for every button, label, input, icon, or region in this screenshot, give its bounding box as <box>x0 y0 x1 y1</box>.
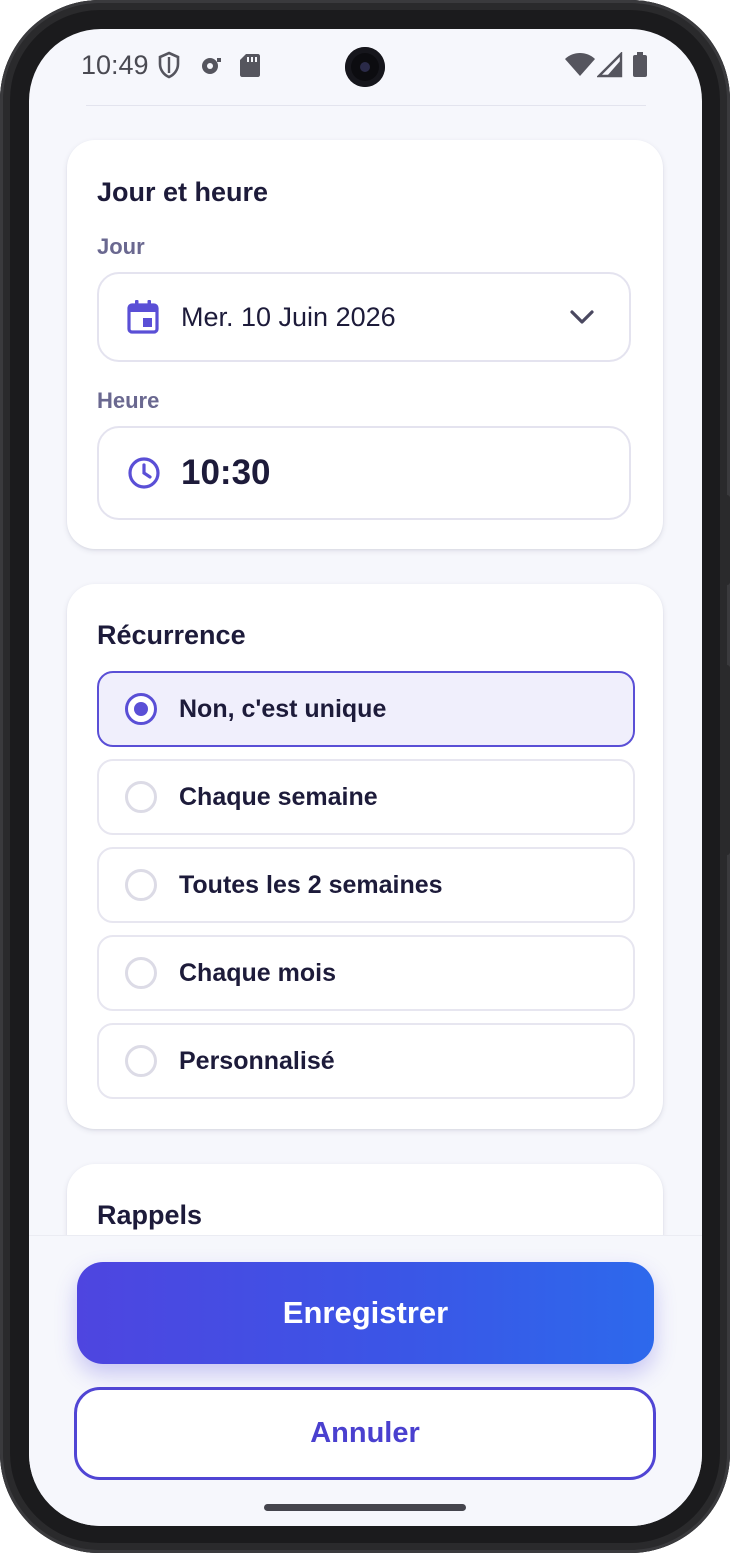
recurrence-option-custom[interactable]: Personnalisé <box>97 1023 635 1099</box>
sd-card-icon <box>239 51 261 79</box>
shield-icon <box>157 51 181 79</box>
power-button <box>724 665 730 855</box>
recurrence-option-weekly[interactable]: Chaque semaine <box>97 759 635 835</box>
schedule-card: Jour et heure Jour Mer. 10 Juin 2026 Heu… <box>67 140 663 549</box>
save-button[interactable]: Enregistrer <box>77 1262 654 1364</box>
wifi-icon <box>564 51 596 79</box>
radio-unselected[interactable] <box>125 781 157 813</box>
signal-icon <box>597 51 623 79</box>
cast-icon <box>197 51 225 79</box>
time-input[interactable]: 10:30 <box>97 426 631 520</box>
recurrence-card-title: Récurrence <box>97 620 246 650</box>
cancel-button[interactable]: Annuler <box>74 1387 656 1480</box>
day-select[interactable]: Mer. 10 Juin 2026 <box>97 272 631 362</box>
recurrence-option-monthly[interactable]: Chaque mois <box>97 935 635 1011</box>
time-label: Heure <box>97 388 160 413</box>
screen: 10:49 Jour et heure Jour Mer. 10 Juin 20… <box>29 29 702 1526</box>
header-divider <box>86 105 646 106</box>
radio-unselected[interactable] <box>125 869 157 901</box>
schedule-card-title: Jour et heure <box>97 177 269 207</box>
volume-button <box>724 495 730 585</box>
recurrence-option-label: Toutes les 2 semaines <box>179 871 443 899</box>
recurrence-option-label: Chaque mois <box>179 959 336 987</box>
calendar-icon <box>127 300 159 339</box>
recurrence-option-unique[interactable]: Non, c'est unique <box>97 671 635 747</box>
bottom-action-bar: Enregistrer Annuler <box>29 1235 702 1526</box>
day-label: Jour <box>97 234 145 259</box>
home-indicator[interactable] <box>264 1504 466 1511</box>
recurrence-option-biweekly[interactable]: Toutes les 2 semaines <box>97 847 635 923</box>
battery-icon <box>632 51 648 79</box>
time-value: 10:30 <box>181 453 271 492</box>
radio-unselected[interactable] <box>125 957 157 989</box>
recurrence-option-label: Chaque semaine <box>179 783 378 811</box>
status-bar: 10:49 <box>29 29 702 105</box>
recurrence-option-label: Non, c'est unique <box>179 695 387 723</box>
phone-frame: 10:49 Jour et heure Jour Mer. 10 Juin 20… <box>0 0 730 1553</box>
chevron-down-icon <box>569 308 595 331</box>
front-camera <box>345 47 385 87</box>
status-time: 10:49 <box>81 50 149 80</box>
recurrence-option-label: Personnalisé <box>179 1047 335 1075</box>
radio-unselected[interactable] <box>125 1045 157 1077</box>
radio-selected[interactable] <box>125 693 157 725</box>
reminders-card-title: Rappels <box>97 1200 203 1230</box>
clock-icon <box>127 456 161 495</box>
recurrence-card: Récurrence Non, c'est unique Chaque sema… <box>67 584 663 1129</box>
day-value: Mer. 10 Juin 2026 <box>181 302 396 332</box>
